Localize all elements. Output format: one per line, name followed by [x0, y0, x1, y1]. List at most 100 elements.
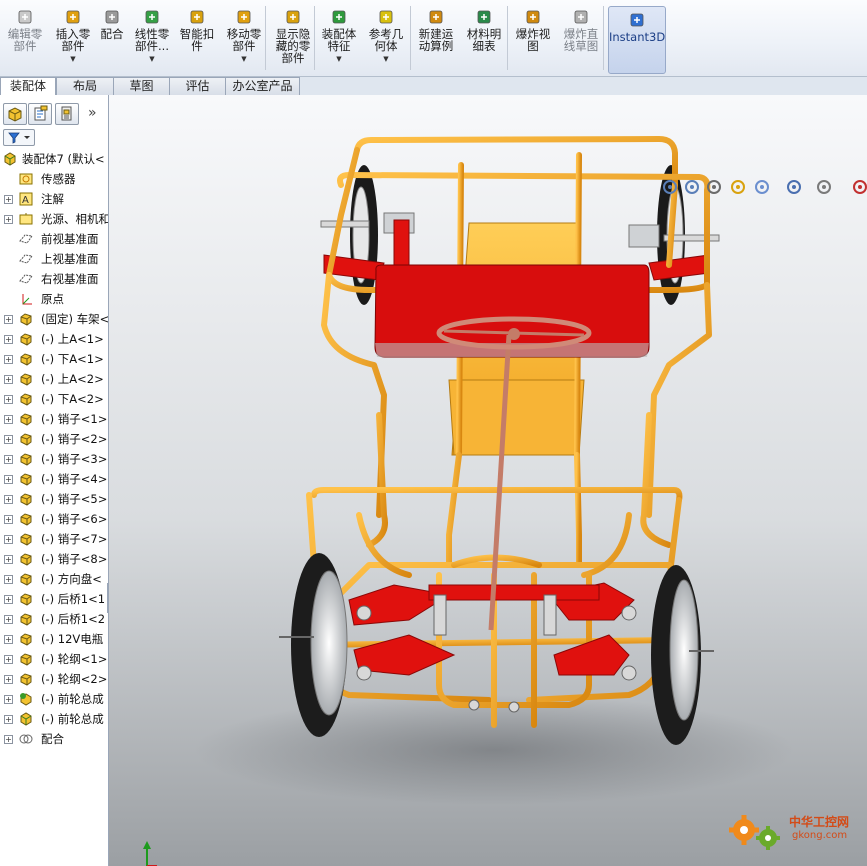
- rear-left-wheel[interactable]: [350, 165, 378, 305]
- dropdown-arrow-icon[interactable]: ▼: [221, 53, 267, 65]
- tab-office-products[interactable]: 办公室产品: [225, 77, 300, 95]
- tree-item[interactable]: + (-) 方向盘<: [0, 569, 108, 589]
- expand-toggle-icon[interactable]: +: [4, 675, 13, 684]
- section-view-icon[interactable]: [730, 179, 748, 197]
- expand-toggle-icon[interactable]: +: [4, 655, 13, 664]
- expand-toggle-icon[interactable]: +: [4, 595, 13, 604]
- tree-item[interactable]: + A 注解: [0, 189, 108, 209]
- instant3d-button[interactable]: Instant3D: [608, 6, 666, 74]
- zoom-area-icon[interactable]: [684, 179, 702, 197]
- exploded-view-button[interactable]: 爆炸视 图: [510, 4, 556, 72]
- tree-item[interactable]: + (-) 后桥1<1: [0, 589, 108, 609]
- tree-filter-button[interactable]: [3, 129, 35, 146]
- expand-toggle-icon[interactable]: +: [4, 475, 13, 484]
- edit-component-button[interactable]: 编辑零 部件: [2, 4, 48, 72]
- expand-toggle-icon[interactable]: +: [4, 455, 13, 464]
- seat[interactable]: [374, 264, 650, 358]
- expand-toggle-icon[interactable]: +: [4, 195, 13, 204]
- tree-item[interactable]: + (固定) 车架<: [0, 309, 108, 329]
- tree-item[interactable]: + (-) 上A<2>: [0, 369, 108, 389]
- expand-toggle-icon[interactable]: +: [4, 355, 13, 364]
- tree-item[interactable]: 前视基准面: [0, 229, 108, 249]
- tree-item[interactable]: + (-) 前轮总成: [0, 709, 108, 729]
- edit-appearance-icon[interactable]: [852, 179, 867, 197]
- tree-item[interactable]: 上视基准面: [0, 249, 108, 269]
- expand-toggle-icon[interactable]: +: [4, 615, 13, 624]
- dropdown-arrow-icon[interactable]: ▼: [130, 53, 174, 65]
- tree-item[interactable]: 右视基准面: [0, 269, 108, 289]
- mate-paperclip-button[interactable]: 配合: [97, 4, 127, 72]
- tree-item[interactable]: + (-) 下A<1>: [0, 349, 108, 369]
- linear-pattern-button[interactable]: 线性零 部件... ▼: [130, 4, 174, 72]
- tree-item[interactable]: + 光源、相机和: [0, 209, 108, 229]
- more-panels-chevron-icon[interactable]: »: [88, 105, 97, 121]
- graphics-area[interactable]: [109, 95, 867, 866]
- tree-item[interactable]: + (-) 销子<7>: [0, 529, 108, 549]
- display-style-icon[interactable]: [786, 179, 804, 197]
- expand-toggle-icon[interactable]: +: [4, 535, 13, 544]
- dropdown-arrow-icon[interactable]: ▼: [52, 53, 94, 65]
- tree-item[interactable]: + (-) 轮纲<2>: [0, 669, 108, 689]
- tree-item[interactable]: 传感器: [0, 169, 108, 189]
- tree-item[interactable]: + (-) 上A<1>: [0, 329, 108, 349]
- tab-layout[interactable]: 布局: [56, 77, 114, 95]
- assembly-model-view[interactable]: [109, 95, 867, 866]
- configuration-manager-tab[interactable]: [55, 103, 79, 125]
- expand-toggle-icon[interactable]: +: [4, 495, 13, 504]
- expand-toggle-icon[interactable]: +: [4, 315, 13, 324]
- tree-item[interactable]: + (-) 销子<4>: [0, 469, 108, 489]
- expand-toggle-icon[interactable]: +: [4, 735, 13, 744]
- expand-toggle-icon[interactable]: +: [4, 575, 13, 584]
- zoom-to-fit-icon[interactable]: [662, 179, 680, 197]
- tree-item[interactable]: 原点: [0, 289, 108, 309]
- tab-sketch[interactable]: 草图: [113, 77, 170, 95]
- property-manager-tab[interactable]: [28, 103, 52, 125]
- expand-toggle-icon[interactable]: +: [4, 515, 13, 524]
- tree-item[interactable]: + (-) 销子<2>: [0, 429, 108, 449]
- smart-fastener-button[interactable]: 智能扣 件: [176, 4, 218, 72]
- feature-manager-tab[interactable]: [3, 103, 27, 125]
- expand-toggle-icon[interactable]: +: [4, 215, 13, 224]
- insert-component-button[interactable]: 插入零 部件 ▼: [52, 4, 94, 72]
- expand-toggle-icon[interactable]: +: [4, 375, 13, 384]
- front-left-wheel[interactable]: [279, 553, 348, 737]
- instant3d-icon: [630, 13, 644, 27]
- tree-item[interactable]: + (-) 12V电瓶: [0, 629, 108, 649]
- expand-toggle-icon[interactable]: +: [4, 435, 13, 444]
- subassembly-icon: [20, 693, 32, 706]
- tree-item[interactable]: + (-) 下A<2>: [0, 389, 108, 409]
- explode-line-sketch-button[interactable]: 爆炸直 线草图: [558, 4, 604, 72]
- tree-item[interactable]: + (-) 销子<3>: [0, 449, 108, 469]
- tree-item[interactable]: + (-) 销子<6>: [0, 509, 108, 529]
- bill-of-materials-button[interactable]: 材料明 细表: [462, 4, 506, 72]
- expand-toggle-icon[interactable]: +: [4, 395, 13, 404]
- dropdown-arrow-icon[interactable]: ▼: [317, 53, 361, 65]
- expand-toggle-icon[interactable]: +: [4, 715, 13, 724]
- assembly-feature-button[interactable]: 装配体 特征 ▼: [317, 4, 361, 72]
- tree-item[interactable]: + (-) 销子<8>: [0, 549, 108, 569]
- hide-show-items-icon[interactable]: [816, 179, 834, 197]
- tree-item[interactable]: + (-) 销子<5>: [0, 489, 108, 509]
- tab-assembly[interactable]: 装配体: [0, 77, 56, 96]
- tree-item[interactable]: + (-) 销子<1>: [0, 409, 108, 429]
- expand-toggle-icon[interactable]: +: [4, 695, 13, 704]
- dropdown-arrow-icon[interactable]: ▼: [363, 53, 409, 65]
- tree-root-assembly[interactable]: 装配体7 (默认<: [0, 149, 108, 169]
- filter-icon: [8, 132, 30, 144]
- show-hidden-components-button[interactable]: 显示隐 藏的零 部件: [270, 4, 316, 72]
- reference-geometry-button[interactable]: 参考几 何体 ▼: [363, 4, 409, 72]
- expand-toggle-icon[interactable]: +: [4, 635, 13, 644]
- new-motion-study-button[interactable]: 新建运 动算例: [413, 4, 459, 72]
- expand-toggle-icon[interactable]: +: [4, 555, 13, 564]
- previous-view-icon[interactable]: [706, 179, 724, 197]
- tree-item[interactable]: + (-) 前轮总成: [0, 689, 108, 709]
- tab-evaluate[interactable]: 评估: [169, 77, 226, 95]
- expand-toggle-icon[interactable]: +: [4, 415, 13, 424]
- tree-item[interactable]: + (-) 轮纲<1>: [0, 649, 108, 669]
- view-orientation-icon[interactable]: [754, 179, 772, 197]
- expand-toggle-icon[interactable]: +: [4, 335, 13, 344]
- tree-item[interactable]: + (-) 后桥1<2: [0, 609, 108, 629]
- tree-item[interactable]: + 配合: [0, 729, 108, 749]
- move-component-button[interactable]: 移动零 部件 ▼: [221, 4, 267, 72]
- ribbon-separator: [603, 6, 604, 70]
